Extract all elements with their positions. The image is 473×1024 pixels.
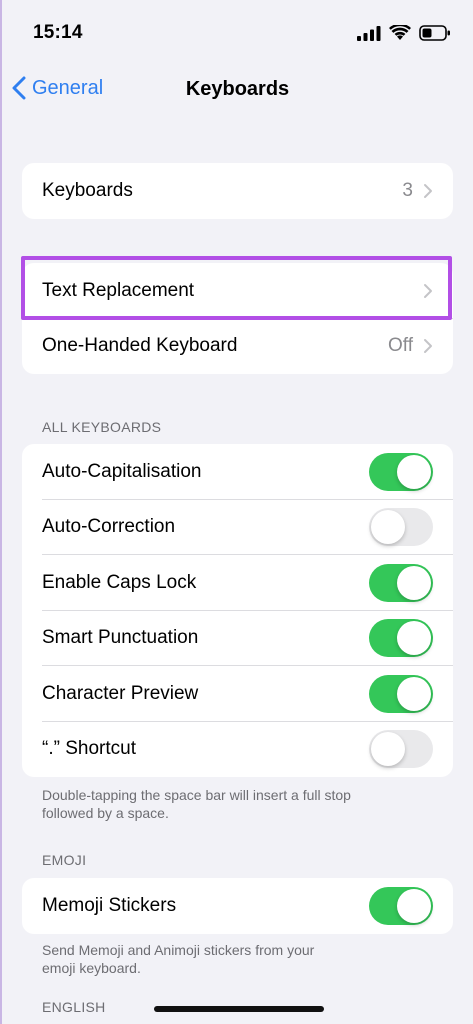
all-keyboards-group: Auto-Capitalisation Auto-Correction Enab… (22, 444, 453, 777)
chevron-right-icon (424, 183, 432, 198)
text-group: Text Replacement One-Handed Keyboard Off (22, 263, 453, 374)
status-bar: 15:14 (2, 0, 473, 66)
wifi-icon (389, 25, 411, 40)
one-handed-keyboard-row[interactable]: One-Handed Keyboard Off (22, 319, 453, 375)
auto-capitalisation-row: Auto-Capitalisation (22, 444, 453, 500)
cellular-signal-icon (357, 26, 381, 41)
battery-icon (419, 25, 450, 41)
text-replacement-label: Text Replacement (42, 279, 195, 301)
english-header: ENGLISH (42, 999, 106, 1015)
toggle-row-label: Enable Caps Lock (42, 571, 197, 593)
auto-correction-row: Auto-Correction (22, 500, 453, 555)
emoji-group: Memoji Stickers (22, 878, 453, 934)
character-preview-toggle[interactable] (369, 674, 433, 713)
period-shortcut-row: “.” Shortcut (22, 722, 453, 778)
keyboards-group: Keyboards 3 (22, 163, 453, 219)
memoji-stickers-toggle[interactable] (369, 886, 433, 925)
one-handed-keyboard-value: Off (388, 335, 413, 357)
toggle-row-label: Smart Punctuation (42, 627, 199, 649)
emoji-header: EMOJI (42, 852, 87, 868)
smart-punctuation-toggle[interactable] (369, 619, 433, 658)
home-indicator[interactable] (154, 1006, 324, 1012)
footer-line: emoji keyboard. (42, 960, 141, 976)
enable-caps-lock-toggle[interactable] (369, 563, 433, 602)
auto-correction-toggle[interactable] (369, 508, 433, 547)
smart-punctuation-row: Smart Punctuation (22, 611, 453, 666)
footer-line: Send Memoji and Animoji stickers from yo… (42, 942, 315, 958)
page-title: Keyboards (185, 78, 290, 100)
chevron-right-icon (424, 339, 432, 354)
all-keyboards-footer: Double-tapping the space bar will insert… (42, 786, 442, 822)
navigation-bar: General Keyboards (2, 66, 473, 118)
status-time: 15:14 (33, 22, 83, 43)
status-icons (357, 25, 451, 41)
memoji-stickers-label: Memoji Stickers (42, 894, 177, 916)
character-preview-row: Character Preview (22, 666, 453, 722)
auto-capitalisation-toggle[interactable] (369, 452, 433, 491)
text-replacement-row[interactable]: Text Replacement (22, 263, 453, 319)
emoji-footer: Send Memoji and Animoji stickers from yo… (42, 941, 442, 977)
footer-line: Double-tapping the space bar will insert… (42, 787, 351, 803)
toggle-row-label: Auto-Capitalisation (42, 460, 202, 482)
toggle-row-label: Character Preview (42, 682, 199, 704)
keyboards-label: Keyboards (42, 179, 133, 201)
one-handed-keyboard-label: One-Handed Keyboard (42, 335, 238, 357)
chevron-right-icon (424, 283, 432, 298)
enable-caps-lock-row: Enable Caps Lock (22, 555, 453, 611)
keyboards-count: 3 (402, 179, 413, 201)
toggle-row-label: Auto-Correction (42, 516, 176, 538)
footer-line: followed by a space. (42, 805, 169, 821)
memoji-stickers-row: Memoji Stickers (22, 878, 453, 934)
keyboards-row[interactable]: Keyboards 3 (22, 163, 453, 219)
period-shortcut-toggle[interactable] (369, 730, 433, 769)
all-keyboards-header: ALL KEYBOARDS (42, 419, 162, 435)
toggle-row-label: “.” Shortcut (42, 738, 136, 760)
